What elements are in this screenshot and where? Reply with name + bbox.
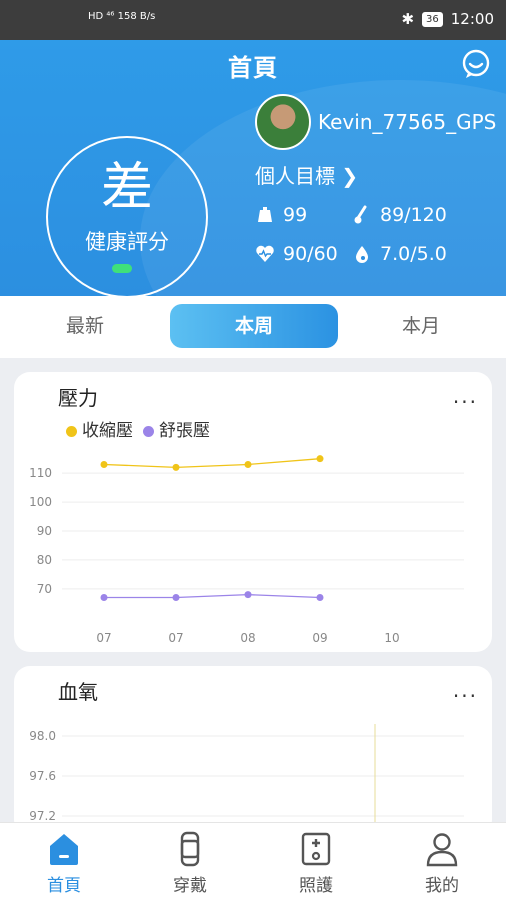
data-point-1 — [172, 594, 180, 602]
nav-profile[interactable]: 我的 — [402, 831, 482, 896]
x-tick-label: 09 — [312, 631, 327, 645]
profile-header: 首頁 差 健康評分 Kevin_77565_GPS 個人目標 ❯ 99 89/1… — [0, 40, 506, 296]
data-point-0 — [172, 463, 180, 471]
x-tick-label: 10 — [384, 631, 399, 645]
y-tick-label: 98.0 — [29, 729, 56, 743]
personal-goal-link[interactable]: 個人目標 ❯ — [255, 160, 358, 189]
heart-rate-icon — [256, 245, 274, 262]
username: Kevin_77565_GPS — [318, 110, 497, 134]
y-tick-label: 110 — [29, 466, 52, 480]
y-tick-label: 100 — [29, 495, 52, 509]
x-tick-label: 07 — [96, 631, 111, 645]
score-indicator — [112, 264, 132, 273]
heart-stat: 90/60 — [255, 243, 338, 265]
home-icon — [50, 834, 78, 865]
pressure-card[interactable]: 壓力 ... 收縮壓 舒張壓 70 80 90 100 110 07 07 08 09 10 — [14, 372, 492, 652]
nav-care[interactable]: 照護 — [276, 831, 356, 896]
y-tick-label: 80 — [37, 553, 52, 567]
data-point-1 — [316, 594, 324, 602]
data-point-0 — [100, 460, 108, 468]
network-status: HD ⁴⁶ 158 B/s — [88, 11, 156, 22]
weight-stat: 99 — [255, 204, 307, 226]
page-title: 首頁 — [228, 54, 278, 82]
tab-this-month[interactable]: 本月 — [356, 304, 486, 348]
battery-icon: 36 — [422, 11, 443, 27]
chat-icon[interactable] — [460, 48, 492, 80]
care-device-icon — [301, 832, 331, 866]
watch-icon — [180, 831, 200, 867]
weight-icon — [258, 207, 272, 222]
y-tick-label: 90 — [37, 524, 52, 538]
data-point-0 — [244, 460, 252, 468]
oxygen-card[interactable]: 血氧 ... 97.2 97.6 98.0 — [14, 666, 492, 836]
series-line-0 — [103, 458, 321, 469]
bottom-nav: 首頁 穿戴 照護 我的 — [0, 822, 506, 900]
nav-home[interactable]: 首頁 — [24, 831, 104, 896]
clock: 12:00 — [450, 10, 494, 28]
tab-latest[interactable]: 最新 — [20, 304, 150, 348]
blood-stat: 7.0/5.0 — [352, 243, 447, 265]
tab-this-week[interactable]: 本周 — [170, 304, 338, 348]
blood-sugar-stat: 89/120 — [352, 204, 447, 226]
chevron-right-icon: ❯ — [341, 164, 359, 188]
thermometer-icon — [354, 205, 367, 224]
y-tick-label: 97.2 — [29, 809, 56, 823]
pressure-chart: 70 80 90 100 110 07 07 08 09 10 — [29, 455, 464, 645]
health-score-label: 健康評分 — [85, 230, 169, 254]
series-line-1 — [104, 593, 321, 599]
data-point-0 — [316, 455, 324, 463]
health-score-value: 差 — [100, 158, 153, 218]
status-bar: HD ⁴⁶ 158 B/s ✱ 36 12:00 — [0, 0, 506, 40]
nav-wearable[interactable]: 穿戴 — [150, 831, 230, 896]
y-tick-label: 97.6 — [29, 769, 56, 783]
data-point-1 — [244, 591, 252, 599]
person-icon — [426, 833, 458, 867]
avatar[interactable] — [255, 94, 311, 150]
oxygen-chart: 97.2 97.6 98.0 — [29, 724, 464, 836]
x-tick-label: 08 — [240, 631, 255, 645]
blood-drop-icon — [356, 246, 368, 263]
y-tick-label: 70 — [37, 582, 52, 596]
period-tabs: 最新 本周 本月 — [0, 296, 506, 358]
x-tick-label: 07 — [168, 631, 183, 645]
data-point-1 — [100, 594, 108, 602]
bluetooth-icon: ✱ — [401, 10, 415, 28]
